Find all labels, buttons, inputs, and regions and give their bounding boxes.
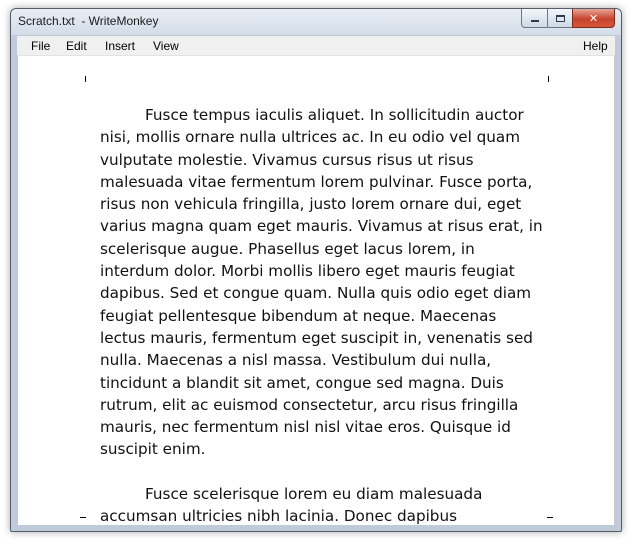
menu-help[interactable]: Help [581,39,610,53]
menu-edit[interactable]: Edit [64,39,89,53]
caption-buttons: ✕ [521,9,615,28]
maximize-button[interactable] [547,9,572,28]
margin-marker-bottom-right [547,517,553,518]
document-text[interactable]: Fusce tempus iaculis aliquet. In sollici… [100,104,546,525]
minimize-icon [530,19,539,22]
title-bar[interactable]: Scratch.txt - WriteMonkey ✕ [11,9,621,35]
close-button[interactable]: ✕ [572,9,615,28]
maximize-icon [555,14,565,22]
close-icon: ✕ [588,11,599,25]
menu-insert[interactable]: Insert [103,39,137,53]
editor-area[interactable]: Fusce tempus iaculis aliquet. In sollici… [17,56,615,525]
window-title: Scratch.txt - WriteMonkey [18,14,159,28]
paragraph: Fusce tempus iaculis aliquet. In sollici… [100,106,543,459]
margin-marker-top-left [85,76,86,82]
app-window: Scratch.txt - WriteMonkey ✕ File Edit In… [10,8,622,532]
margin-marker-bottom-left [80,517,86,518]
menu-view[interactable]: View [151,39,181,53]
window-bottom-border [17,525,615,531]
minimize-button[interactable] [521,9,547,28]
menu-file[interactable]: File [29,39,52,53]
paragraph: Fusce scelerisque lorem eu diam malesuad… [100,485,483,525]
menu-bar: File Edit Insert View Help [17,36,615,56]
margin-marker-top-right [548,76,549,82]
